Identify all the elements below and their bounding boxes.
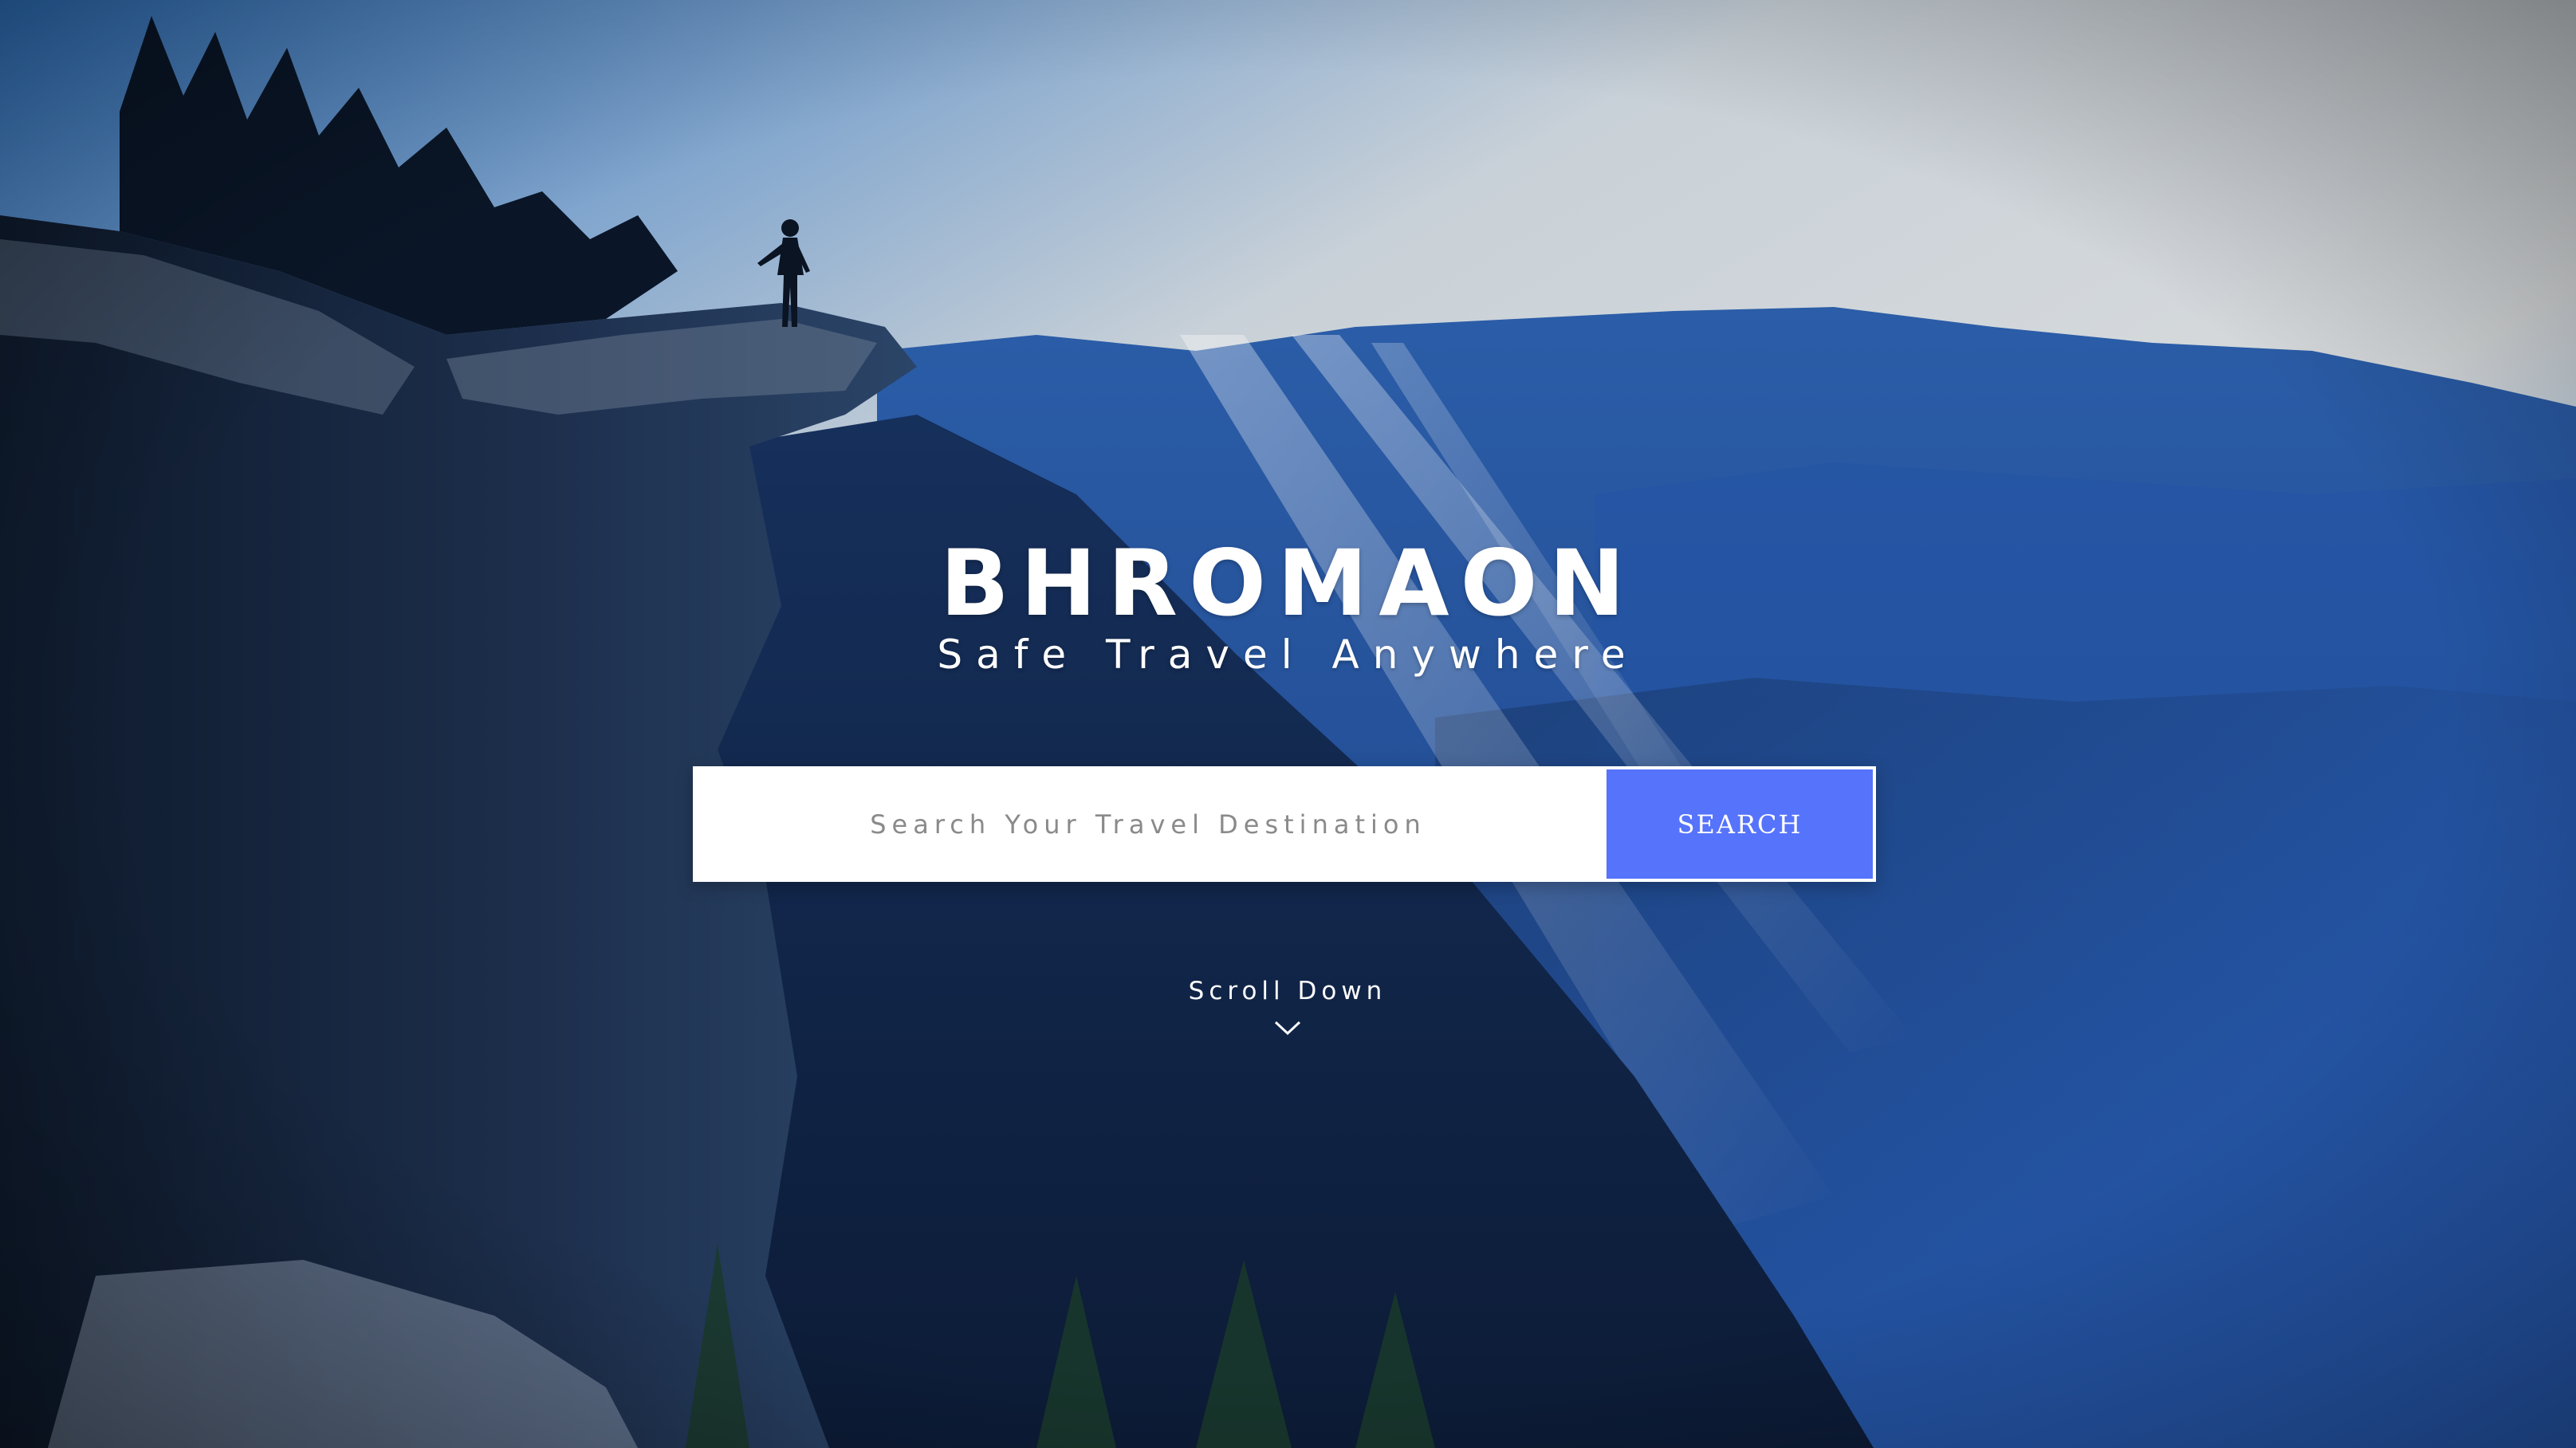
search-form: SEARCH (693, 766, 1876, 882)
destination-search-input[interactable] (693, 766, 1603, 882)
hero-background-image (0, 0, 2576, 1448)
scroll-down-link[interactable]: Scroll Down (1128, 971, 1447, 1054)
scroll-down-label: Scroll Down (1188, 977, 1387, 1005)
hero-section: BHROMAON Safe Travel Anywhere SEARCH Scr… (0, 0, 2576, 1448)
search-button[interactable]: SEARCH (1603, 766, 1876, 882)
chevron-down-icon (1274, 1021, 1301, 1036)
site-tagline: Safe Travel Anywhere (937, 632, 1639, 678)
site-title: BHROMAON (940, 530, 1636, 636)
